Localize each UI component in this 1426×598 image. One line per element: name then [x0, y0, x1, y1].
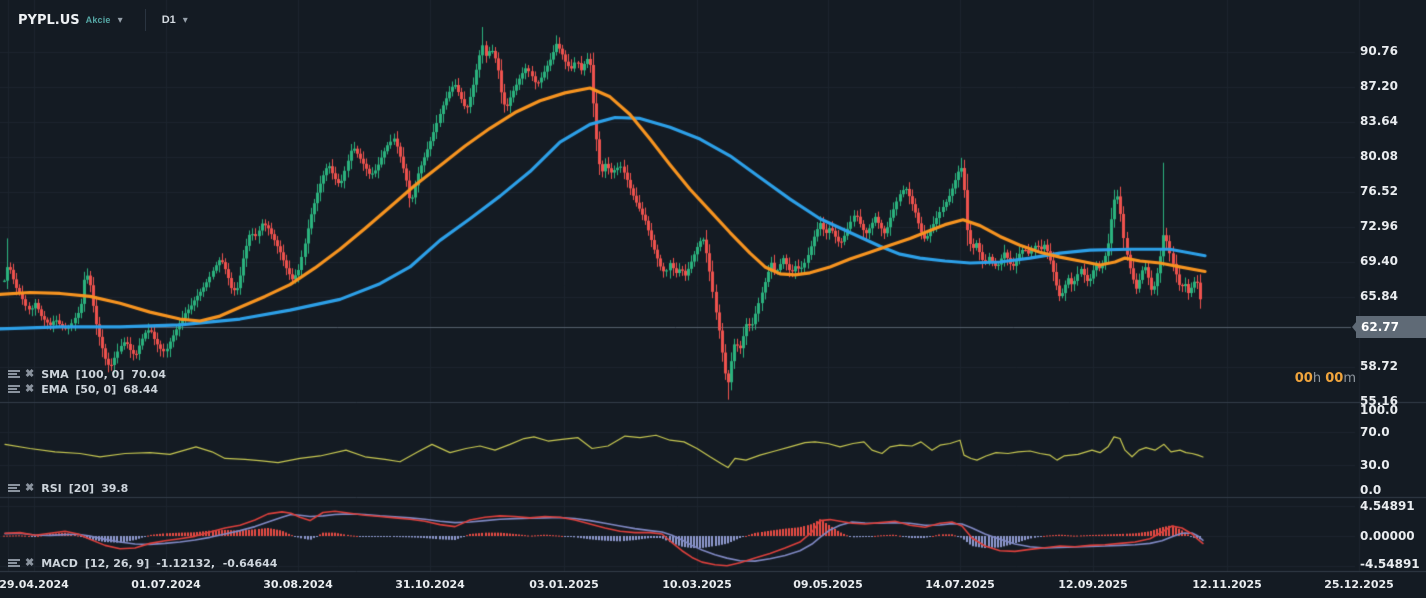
ema-value: 68.44	[123, 382, 159, 396]
price-axis-label: 83.64	[1360, 114, 1398, 128]
macd-axis-label: 0.00000	[1360, 529, 1415, 543]
date-axis-label: 30.08.2024	[263, 578, 333, 591]
macd-axis-label: 4.54891	[1360, 499, 1415, 513]
legend-macd: ✖ MACD [12, 26, 9] -1.12132, -0.64644	[8, 556, 277, 570]
market-type-label: Akcie	[85, 15, 111, 25]
timeframe-dropdown-caret-icon[interactable]: ▾	[183, 15, 188, 26]
legend-ema: ✖ EMA [50, 0] 68.44	[8, 382, 158, 396]
legend-sma: ✖ SMA [100, 0] 70.04	[8, 367, 166, 381]
price-badge-arrow	[1352, 316, 1361, 338]
date-axis-label: 09.05.2025	[793, 578, 863, 591]
date-axis-label: 12.09.2025	[1058, 578, 1128, 591]
rsi-params: [20]	[68, 481, 95, 495]
price-axis-label: 65.84	[1360, 289, 1398, 303]
ema-name: EMA	[41, 382, 69, 396]
price-axis-label: 69.40	[1360, 254, 1398, 268]
header-divider	[144, 9, 146, 31]
rsi-name: RSI	[41, 481, 62, 495]
rsi-axis-label: 100.0	[1360, 403, 1398, 417]
macd-name: MACD	[41, 556, 78, 570]
trading-chart-app: PYPL.US Akcie ▾ D1 ▾ ✖ SMA [100, 0] 70.0…	[0, 0, 1426, 598]
rsi-remove-icon[interactable]: ✖	[25, 483, 34, 494]
rsi-value: 39.8	[101, 481, 129, 495]
sma-value: 70.04	[131, 367, 167, 381]
date-axis-label: 25.12.2025	[1324, 578, 1394, 591]
rsi-axis-label: 70.0	[1360, 424, 1390, 439]
rsi-axis-label: 30.0	[1360, 458, 1390, 473]
macd-settings-icon[interactable]	[8, 558, 20, 568]
price-axis-label: 80.08	[1360, 149, 1398, 163]
current-price-value: 62.77	[1361, 320, 1399, 334]
ema-remove-icon[interactable]: ✖	[25, 384, 34, 395]
sma-name: SMA	[41, 367, 69, 381]
date-axis-label: 31.10.2024	[395, 578, 465, 591]
date-axis-label: 14.07.2025	[925, 578, 995, 591]
rsi-axis-label: 0.0	[1360, 483, 1382, 497]
date-axis-label: 03.01.2025	[529, 578, 599, 591]
chart-canvas[interactable]	[0, 0, 1426, 598]
symbol-dropdown-caret-icon[interactable]: ▾	[118, 15, 123, 26]
ema-params: [50, 0]	[75, 382, 117, 396]
timeframe-label[interactable]: D1	[162, 14, 176, 26]
price-axis-label: 87.20	[1360, 79, 1398, 93]
legend-rsi: ✖ RSI [20] 39.8	[8, 481, 128, 495]
date-axis-label: 12.11.2025	[1192, 578, 1262, 591]
macd-value: -1.12132, -0.64644	[156, 556, 278, 570]
macd-axis-label: -4.54891	[1360, 557, 1420, 571]
date-axis-label: 10.03.2025	[662, 578, 732, 591]
sma-params: [100, 0]	[75, 367, 125, 381]
candle-countdown: 00h 00m	[1294, 371, 1356, 386]
symbol-label[interactable]: PYPL.US	[18, 13, 80, 28]
price-axis-label: 90.76	[1360, 44, 1398, 58]
ema-settings-icon[interactable]	[8, 384, 20, 394]
macd-remove-icon[interactable]: ✖	[25, 558, 34, 569]
price-axis-label: 58.72	[1360, 359, 1398, 374]
current-price-badge: 62.77	[1352, 316, 1426, 338]
rsi-settings-icon[interactable]	[8, 483, 20, 493]
macd-params: [12, 26, 9]	[84, 556, 150, 570]
date-axis-label: 01.07.2024	[131, 578, 201, 591]
sma-remove-icon[interactable]: ✖	[25, 369, 34, 380]
chart-header: PYPL.US Akcie ▾ D1 ▾	[0, 7, 188, 33]
sma-settings-icon[interactable]	[8, 369, 20, 379]
price-axis-label: 76.52	[1360, 184, 1398, 198]
date-axis-label: 29.04.2024	[0, 578, 69, 591]
price-axis-label: 72.96	[1360, 219, 1398, 233]
